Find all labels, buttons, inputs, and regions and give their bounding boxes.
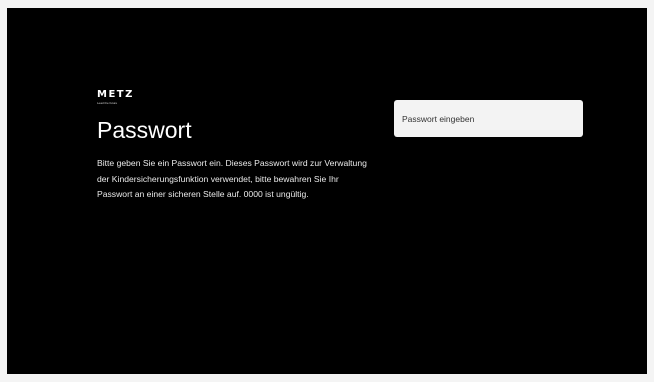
page-title: Passwort — [97, 117, 192, 143]
tv-screen: METZ Lead the future Passwort Bitte gebe… — [7, 8, 647, 374]
password-input-placeholder: Passwort eingeben — [402, 113, 475, 124]
tv-frame: METZ Lead the future Passwort Bitte gebe… — [0, 0, 654, 382]
brand-name: METZ — [97, 89, 134, 100]
page-description: Bitte geben Sie ein Passwort ein. Dieses… — [97, 158, 367, 199]
brand-tagline: Lead the future — [97, 101, 118, 105]
brand-logo: METZ Lead the future — [97, 90, 157, 112]
password-input[interactable]: Passwort eingeben — [394, 100, 583, 137]
